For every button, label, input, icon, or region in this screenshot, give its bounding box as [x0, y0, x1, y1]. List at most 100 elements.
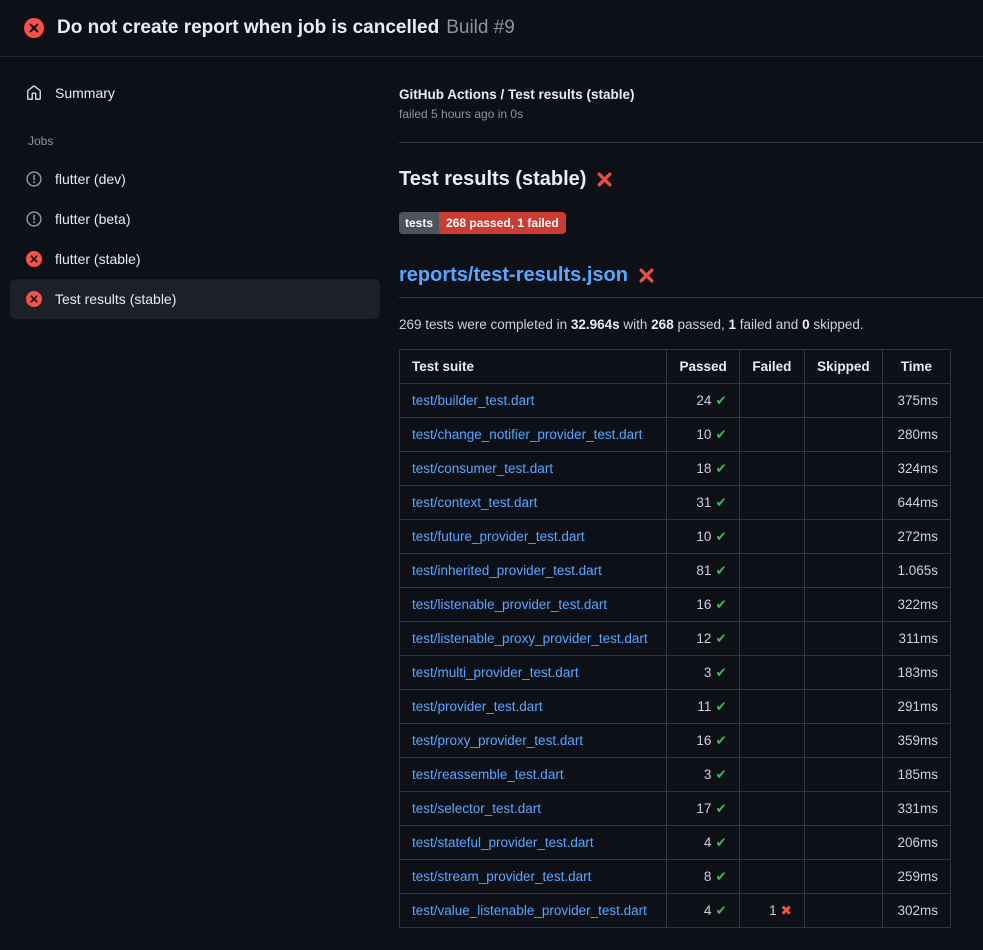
check-icon: ✔	[715, 767, 726, 782]
time-value: 302ms	[897, 903, 938, 918]
table-row: test/builder_test.dart 24✔ ✖ 375ms	[400, 384, 951, 418]
test-suite-link[interactable]: test/builder_test.dart	[412, 393, 534, 408]
test-suite-link[interactable]: test/consumer_test.dart	[412, 461, 553, 476]
failed-x-icon	[638, 267, 655, 284]
test-suite-link[interactable]: test/reassemble_test.dart	[412, 767, 564, 782]
test-suite-link[interactable]: test/stateful_provider_test.dart	[412, 835, 594, 850]
test-suite-link[interactable]: test/context_test.dart	[412, 495, 537, 510]
test-suite-link[interactable]: test/listenable_proxy_provider_test.dart	[412, 631, 648, 646]
test-suite-link[interactable]: test/proxy_provider_test.dart	[412, 733, 583, 748]
table-row: test/context_test.dart 31✔ ✖ 644ms	[400, 486, 951, 520]
sidebar-item-flutter-dev[interactable]: flutter (dev)	[10, 159, 380, 199]
time-value: 185ms	[897, 767, 938, 782]
time-value: 1.065s	[897, 563, 938, 578]
sidebar-job-label: flutter (stable)	[55, 251, 141, 267]
build-failed-status-icon	[24, 18, 44, 38]
test-suite-link[interactable]: test/value_listenable_provider_test.dart	[412, 903, 647, 918]
table-row: test/listenable_proxy_provider_test.dart…	[400, 622, 951, 656]
summary-text: 269 tests were completed in	[399, 317, 571, 332]
table-row: test/stream_provider_test.dart 8✔ ✖ 259m…	[400, 860, 951, 894]
test-summary-line: 269 tests were completed in 32.964s with…	[399, 317, 983, 332]
col-header-test-suite: Test suite	[400, 350, 667, 384]
passed-count: 3	[704, 665, 712, 680]
summary-text: failed and	[736, 317, 802, 332]
time-value: 206ms	[897, 835, 938, 850]
col-header-skipped: Skipped	[804, 350, 882, 384]
col-header-passed: Passed	[667, 350, 739, 384]
sidebar-item-summary[interactable]: Summary	[10, 73, 380, 113]
passed-count: 17	[696, 801, 711, 816]
test-suite-link[interactable]: test/stream_provider_test.dart	[412, 869, 591, 884]
check-icon: ✔	[715, 903, 726, 918]
table-row: test/listenable_provider_test.dart 16✔ ✖…	[400, 588, 951, 622]
test-suite-link[interactable]: test/multi_provider_test.dart	[412, 665, 579, 680]
table-row: test/future_provider_test.dart 10✔ ✖ 272…	[400, 520, 951, 554]
col-header-failed: Failed	[739, 350, 804, 384]
header-divider	[399, 142, 983, 143]
check-icon: ✔	[715, 665, 726, 680]
passed-count: 16	[696, 733, 711, 748]
check-icon: ✔	[715, 529, 726, 544]
main-content: GitHub Actions / Test results (stable) f…	[390, 57, 983, 950]
failed-status-icon	[26, 251, 42, 267]
passed-count: 11	[697, 699, 711, 714]
table-row: test/provider_test.dart 11✔ ✖ 291ms	[400, 690, 951, 724]
passed-count: 12	[696, 631, 711, 646]
failed-x-icon	[596, 171, 613, 188]
time-value: 331ms	[897, 801, 938, 816]
check-icon: ✔	[715, 869, 726, 884]
badge-value: 268 passed, 1 failed	[439, 212, 566, 234]
check-icon: ✔	[715, 427, 726, 442]
table-row: test/reassemble_test.dart 3✔ ✖ 185ms	[400, 758, 951, 792]
passed-count: 4	[704, 903, 712, 918]
time-value: 324ms	[897, 461, 938, 476]
sidebar-job-label: Test results (stable)	[55, 291, 176, 307]
check-icon: ✔	[715, 733, 726, 748]
report-file-link[interactable]: reports/test-results.json	[399, 264, 628, 287]
summary-failed-count: 1	[729, 317, 737, 332]
check-icon: ✔	[715, 597, 726, 612]
check-icon: ✔	[715, 835, 726, 850]
test-suite-link[interactable]: test/selector_test.dart	[412, 801, 541, 816]
sidebar-job-label: flutter (beta)	[55, 211, 130, 227]
test-suite-link[interactable]: test/change_notifier_provider_test.dart	[412, 427, 642, 442]
summary-text: with	[620, 317, 652, 332]
check-icon: ✔	[715, 801, 726, 816]
passed-count: 81	[696, 563, 711, 578]
build-header: Do not create report when job is cancell…	[0, 0, 983, 57]
time-value: 272ms	[897, 529, 938, 544]
passed-count: 8	[704, 869, 712, 884]
build-title: Do not create report when job is cancell…	[57, 17, 439, 38]
jobs-section-label: Jobs	[0, 113, 390, 159]
tests-badge: tests 268 passed, 1 failed	[399, 212, 566, 234]
test-suite-link[interactable]: test/inherited_provider_test.dart	[412, 563, 602, 578]
test-suite-link[interactable]: test/listenable_provider_test.dart	[412, 597, 607, 612]
run-status-line: failed 5 hours ago in 0s	[399, 107, 983, 121]
check-icon: ✔	[715, 631, 726, 646]
test-suite-link[interactable]: test/provider_test.dart	[412, 699, 543, 714]
passed-count: 3	[704, 767, 712, 782]
sidebar-item-flutter-beta[interactable]: flutter (beta)	[10, 199, 380, 239]
col-header-time: Time	[882, 350, 950, 384]
summary-text: passed,	[674, 317, 729, 332]
table-row: test/change_notifier_provider_test.dart …	[400, 418, 951, 452]
summary-skipped-count: 0	[802, 317, 810, 332]
time-value: 280ms	[897, 427, 938, 442]
sidebar-item-test-results-stable[interactable]: Test results (stable)	[10, 279, 380, 319]
section-title-row: Test results (stable)	[399, 168, 983, 191]
time-value: 183ms	[897, 665, 938, 680]
sidebar: Summary Jobs flutter (dev) flut	[0, 57, 390, 950]
time-value: 375ms	[897, 393, 938, 408]
summary-text: skipped.	[810, 317, 864, 332]
sidebar-summary-label: Summary	[55, 85, 115, 101]
test-suite-link[interactable]: test/future_provider_test.dart	[412, 529, 585, 544]
sidebar-item-flutter-stable[interactable]: flutter (stable)	[10, 239, 380, 279]
test-table-body: test/builder_test.dart 24✔ ✖ 375ms test/…	[400, 384, 951, 928]
table-row: test/inherited_provider_test.dart 81✔ ✖ …	[400, 554, 951, 588]
table-row: test/stateful_provider_test.dart 4✔ ✖ 20…	[400, 826, 951, 860]
neutral-status-icon	[26, 171, 42, 187]
sidebar-job-label: flutter (dev)	[55, 171, 126, 187]
time-value: 311ms	[898, 631, 938, 646]
table-row: test/consumer_test.dart 18✔ ✖ 324ms	[400, 452, 951, 486]
time-value: 259ms	[897, 869, 938, 884]
